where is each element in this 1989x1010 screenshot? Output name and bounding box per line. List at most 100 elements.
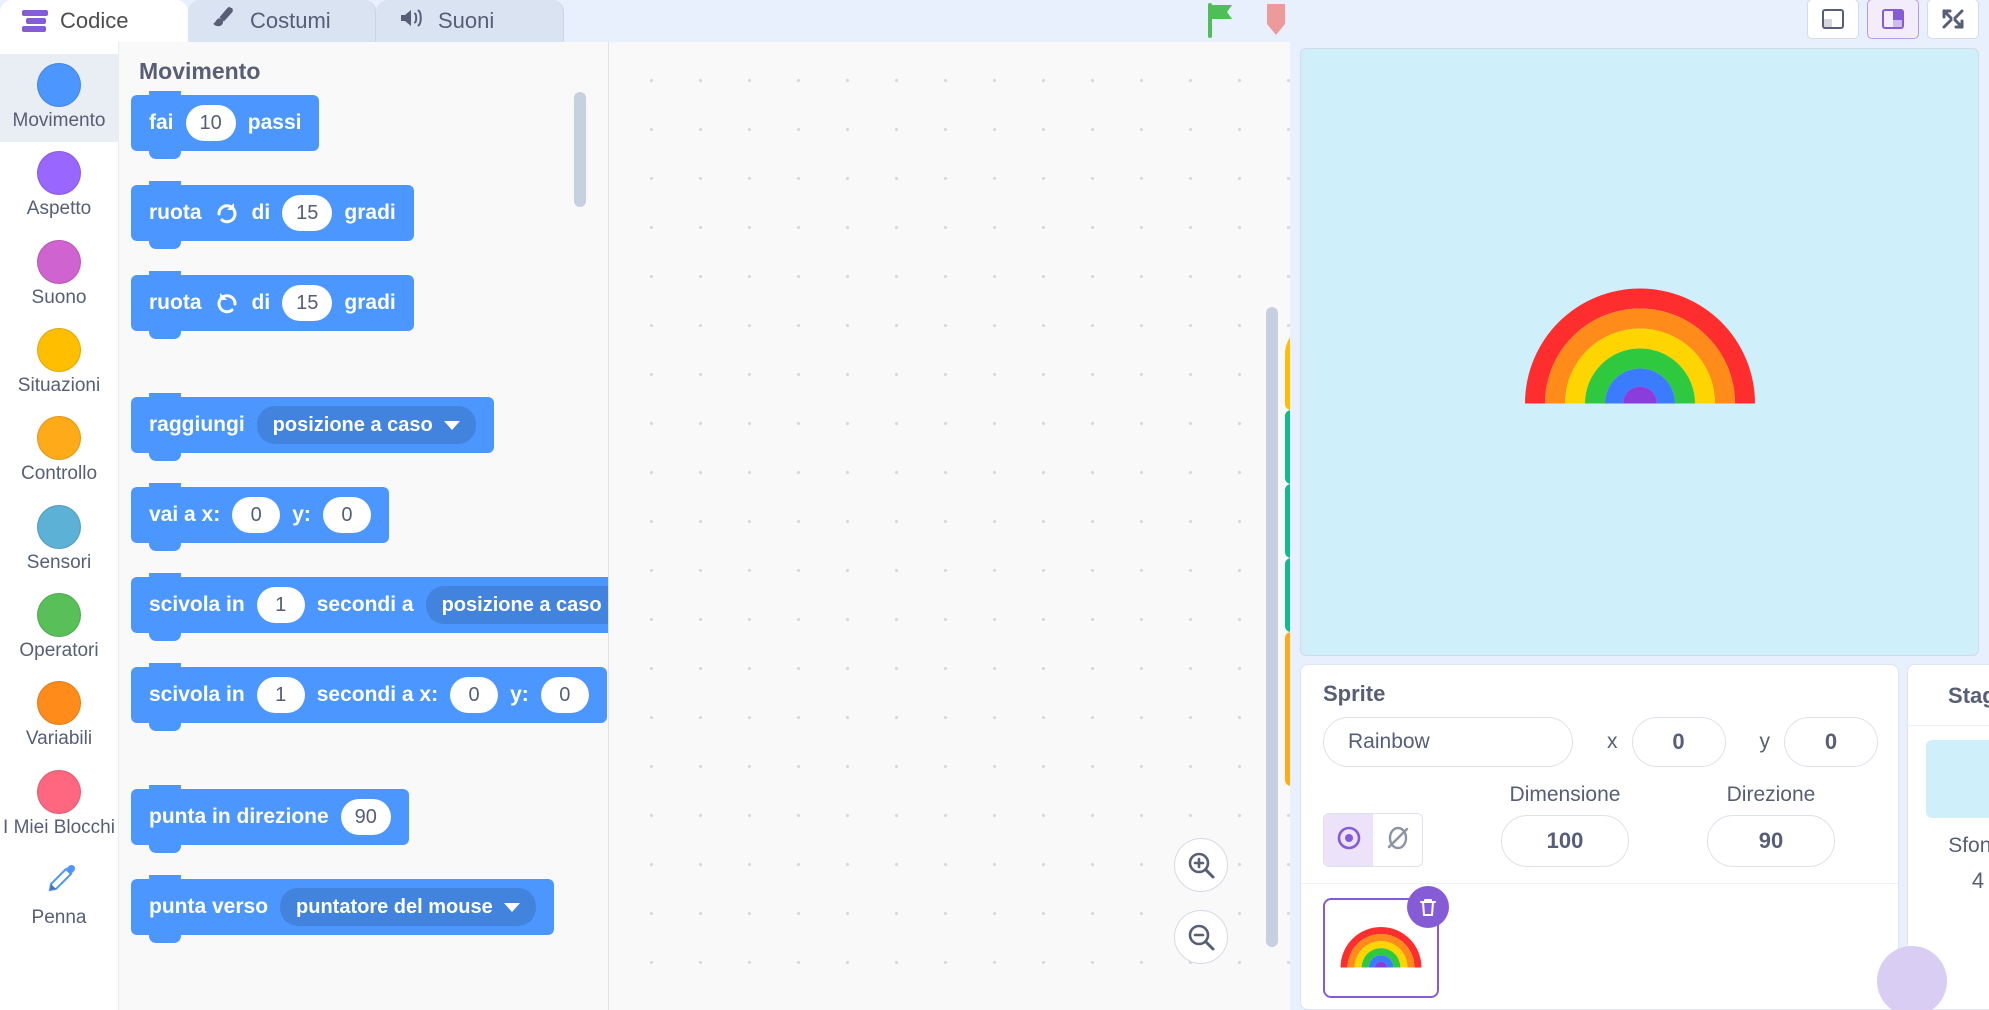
glide-seconds-input[interactable]: 1 [256,587,305,623]
palette-block-goto[interactable]: raggiungi posizione a caso [131,393,494,461]
block-label: scivola in [149,593,245,616]
tab-suoni[interactable]: Suoni [376,0,564,42]
repeat-body: fai 80 passi [1285,688,1290,752]
sidebar-item-situazioni[interactable]: Situazioni [0,319,118,407]
stop-button[interactable] [1261,2,1291,38]
glide-x-input[interactable]: 0 [450,677,499,713]
glide-y-input[interactable]: 0 [540,677,589,713]
sidebar-item-suono-label: Suono [31,286,87,308]
sidebar-item-i-miei-blocchi-label: I Miei Blocchi [3,816,115,838]
block-label: gradi [344,291,396,314]
sidebar-item-variabili[interactable]: Variabili [0,672,118,760]
palette-block-turn-right[interactable]: ruota di 15 gradi [131,181,414,249]
sidebar-item-aspetto[interactable]: Aspetto [0,142,118,230]
block-label: punta in direzione [149,805,329,828]
sprite-card-rainbow[interactable] [1323,886,1449,998]
sidebar-item-sensori[interactable]: Sensori [0,496,118,584]
run-controls [1205,2,1291,38]
palette-block-glide-xy[interactable]: scivola in 1 secondi a x: 0 y: 0 [131,663,607,731]
sprite-size-input[interactable]: 100 [1501,815,1629,867]
palette-block-point-direction[interactable]: punta in direzione 90 [131,785,409,853]
goto-target-dropdown[interactable]: posizione a caso [256,406,476,444]
sprite-y-input[interactable]: 0 [1784,717,1878,767]
sidebar-item-operatori[interactable]: Operatori [0,584,118,672]
hat-cap [1285,324,1290,354]
sidebar-item-controllo[interactable]: Controllo [0,407,118,495]
sprite-x-label: x [1607,730,1618,753]
pen-icon [36,858,82,904]
sprite-panel-title: Sprite [1323,681,1386,706]
tab-suoni-label: Suoni [438,8,495,33]
backdrops-label: Sfondi [1948,834,1989,857]
fullscreen-button[interactable] [1927,0,1979,39]
glide-target-dropdown[interactable]: posizione a caso [425,586,608,624]
lower-panels: Sprite Rainbow x 0 y 0 Dimensione 100 Di… [1300,664,1989,1010]
glide-xy-seconds-input[interactable]: 1 [256,677,305,713]
green-flag-button[interactable] [1205,2,1239,38]
point-direction-input[interactable]: 90 [340,799,391,835]
goto-x-input[interactable]: 0 [232,497,281,533]
move-steps-input[interactable]: 10 [185,105,236,141]
sprite-x-input[interactable]: 0 [1631,717,1726,767]
palette-block-turn-left[interactable]: ruota di 15 gradi [131,271,414,339]
block-label: secondi a [316,593,414,616]
rainbow-sprite[interactable] [1515,279,1765,412]
block-label: punta verso [149,895,269,918]
stage-panel-title: Stage [1908,665,1989,726]
glide-target-value: posizione a caso [441,593,602,616]
show-sprite-button[interactable] [1324,814,1373,866]
block-set-pen-color[interactable]: usa penna di colore [1285,558,1290,632]
hide-sprite-button[interactable] [1373,814,1422,866]
canvas-zoom-controls [1174,838,1228,964]
sidebar-item-i-miei-blocchi[interactable]: I Miei Blocchi [0,761,118,849]
tab-codice[interactable]: Codice [0,0,188,42]
palette-block-move[interactable]: fai 10 passi [131,91,320,159]
turn-left-degrees-input[interactable]: 15 [282,285,333,321]
zoom-out-button[interactable] [1174,910,1228,964]
backdrops-count: 4 [1971,868,1985,893]
sprite-size-field: Dimensione 100 [1501,783,1629,867]
block-label: ruota [149,291,202,314]
sprite-name-input[interactable]: Rainbow [1323,717,1573,767]
paintbrush-icon [210,5,238,37]
sidebar-item-penna[interactable]: Penna [0,849,118,939]
small-stage-button[interactable] [1807,0,1859,39]
block-label: raggiungi [149,413,245,436]
add-sprite-button[interactable] [1877,946,1947,1010]
sprite-direction-input[interactable]: 90 [1707,815,1835,867]
sidebar-item-operatori-label: Operatori [19,639,99,661]
palette-block-glide-to[interactable]: scivola in 1 secondi a posizione a caso [131,573,608,641]
tab-costumi[interactable]: Costumi [188,0,376,42]
canvas-vertical-scrollbar[interactable] [1266,307,1278,947]
palette-block-goto-xy[interactable]: vai a x: 0 y: 0 [131,483,389,551]
sidebar-item-situazioni-label: Situazioni [17,374,101,396]
palette-block-point-towards[interactable]: punta verso puntatore del mouse [131,875,554,943]
sprite-panel-header: Sprite [1301,665,1898,707]
block-repeat[interactable]: ripeti 6 volte fai 80 passi [1285,632,1290,786]
eye-icon [1334,823,1364,858]
top-bar: Codice Costumi Suoni [0,0,1989,42]
block-label: passi [247,111,302,134]
delete-sprite-button[interactable] [1407,886,1449,928]
chevron-down-icon [503,902,520,912]
zoom-in-button[interactable] [1174,838,1228,892]
stage[interactable] [1300,48,1979,656]
stage-column: Sprite Rainbow x 0 y 0 Dimensione 100 Di… [1290,42,1989,1010]
sidebar-item-suono[interactable]: Suono [0,231,118,319]
stage-thumbnail[interactable] [1926,740,1989,818]
goto-y-input[interactable]: 0 [322,497,371,533]
block-pen-clear[interactable]: pulisci [1285,410,1290,484]
editor-body: Movimento Aspetto Suono Situazioni Contr… [0,42,1989,1010]
block-pen-down[interactable]: penna giù [1285,484,1290,558]
turn-right-degrees-input[interactable]: 15 [282,195,333,231]
block-when-flag-clicked[interactable]: quando si clicca su [1285,324,1290,410]
sidebar-item-movimento[interactable]: Movimento [0,54,118,143]
sprite-direction-field: Direzione 90 [1707,783,1835,867]
block-label: vai a x: [149,503,221,526]
script-canvas[interactable]: quando si clicca su [609,42,1290,1010]
large-stage-button[interactable] [1867,0,1919,39]
eye-slash-icon [1383,823,1413,858]
sidebar-item-aspetto-label: Aspetto [26,198,92,220]
repeat-header[interactable]: ripeti 6 volte [1285,632,1290,688]
point-towards-dropdown[interactable]: puntatore del mouse [280,888,536,926]
